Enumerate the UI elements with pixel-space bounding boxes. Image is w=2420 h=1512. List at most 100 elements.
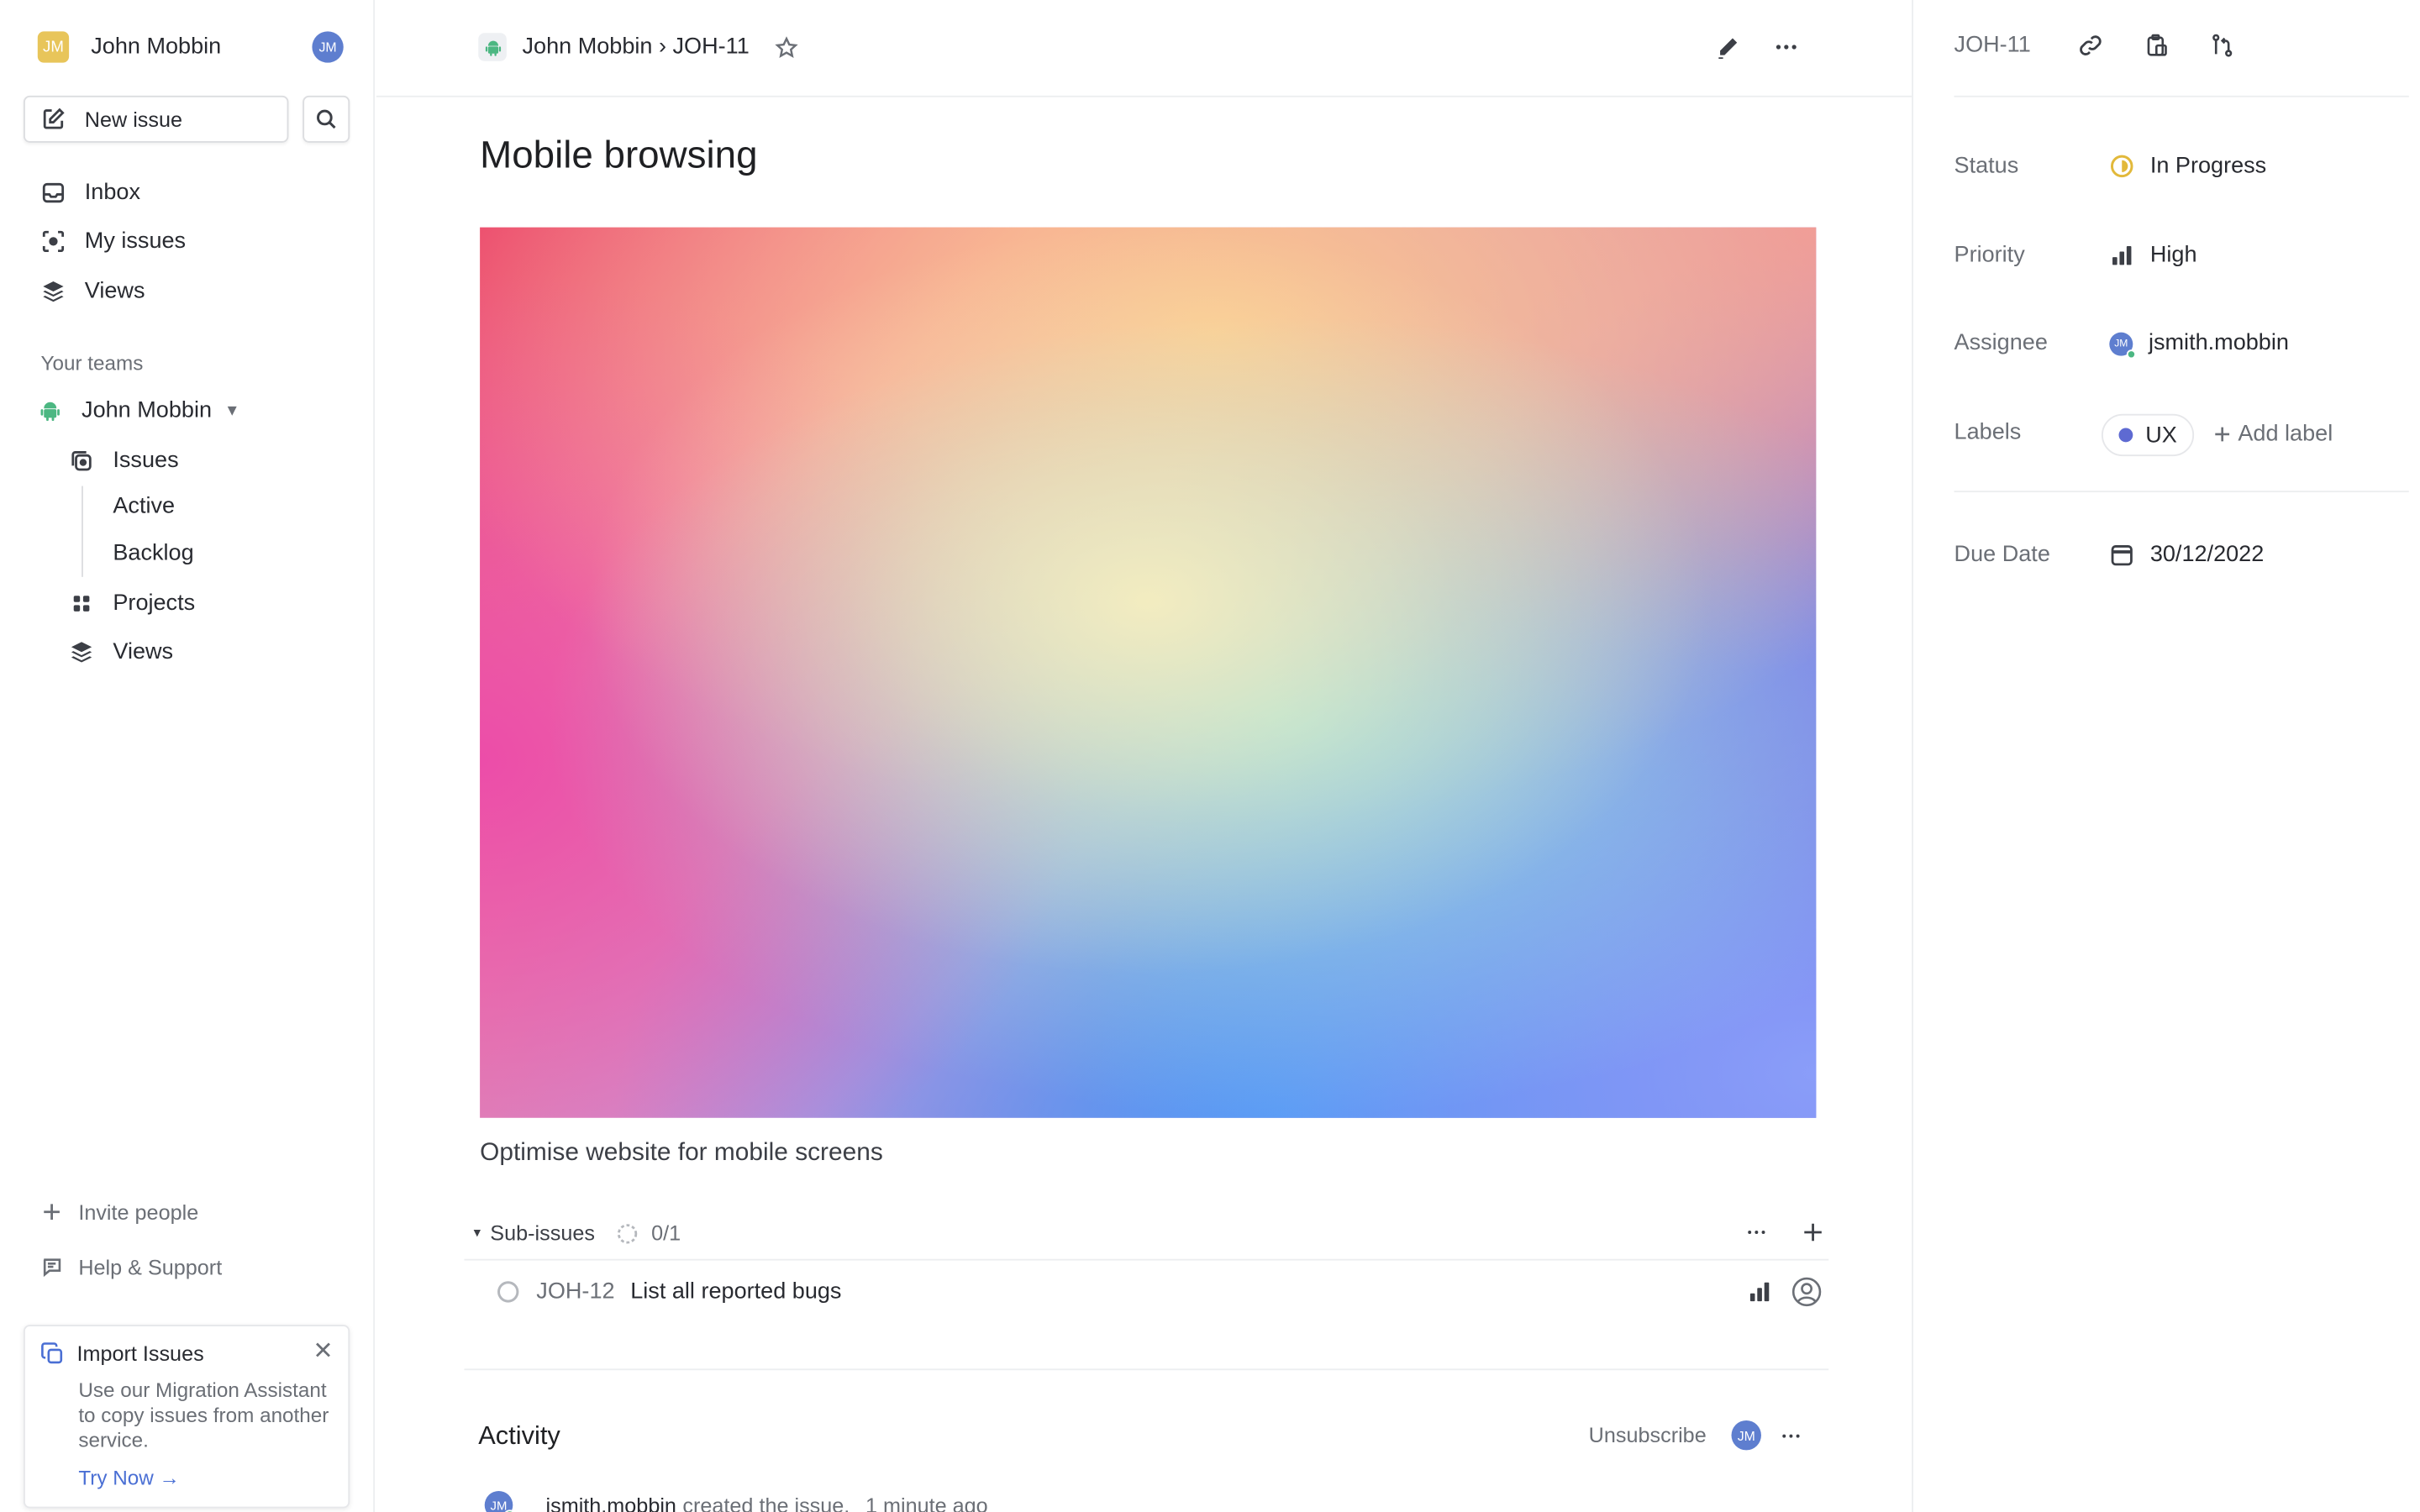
labels-label: Labels: [1954, 420, 2022, 446]
sidebar-item-label: Views: [113, 639, 174, 665]
assignee-value[interactable]: JM jsmith.mobbin: [2109, 330, 2289, 359]
sub-issue-row[interactable]: JOH-12 List all reported bugs: [496, 1276, 1823, 1307]
issue-description[interactable]: Optimise website for mobile screens: [480, 1140, 883, 1168]
link-icon[interactable]: [2078, 33, 2103, 58]
activity-user[interactable]: jsmith.mobbin: [546, 1494, 676, 1512]
search-button[interactable]: [302, 95, 350, 143]
sidebar: JM John Mobbin JM New issue Inbox My iss…: [0, 0, 376, 1512]
layers-icon: [43, 281, 64, 302]
more-icon[interactable]: [1780, 1425, 1802, 1446]
status-label: Status: [1954, 153, 2019, 179]
sub-issues-progress: 0/1: [651, 1221, 681, 1245]
status-value[interactable]: In Progress: [2109, 154, 2266, 179]
layers-icon: [71, 642, 92, 663]
unsubscribe-button[interactable]: Unsubscribe: [1589, 1424, 1707, 1447]
workspace-name: John Mobbin: [91, 34, 222, 60]
import-card-title-row: Import Issues: [41, 1342, 204, 1366]
unassigned-avatar-icon[interactable]: [1791, 1276, 1822, 1307]
cover-image: [480, 227, 1817, 1118]
panel-header: JOH-11: [1954, 33, 2235, 58]
git-branch-icon[interactable]: [2210, 33, 2235, 58]
sub-issue-title: List all reported bugs: [630, 1278, 842, 1305]
team-name: John Mobbin: [82, 398, 213, 423]
sidebar-item-label: Views: [84, 279, 145, 305]
plus-icon: [44, 1204, 60, 1221]
add-label-button[interactable]: Add label: [2212, 422, 2333, 447]
priority-label: Priority: [1954, 243, 2025, 269]
sub-issues-header[interactable]: ▾ Sub-issues 0/1: [474, 1221, 681, 1245]
new-issue-button[interactable]: New issue: [23, 95, 289, 143]
tree-line: [82, 486, 83, 577]
import-card-title: Import Issues: [76, 1341, 204, 1366]
breadcrumb: John Mobbin › JOH-11: [478, 33, 798, 61]
sub-issue-meta: [1747, 1276, 1823, 1307]
help-support-button[interactable]: Help & Support: [41, 1251, 223, 1282]
sub-issues-actions: [1745, 1221, 1823, 1243]
collapse-toggle-icon[interactable]: ▾: [474, 1225, 481, 1242]
invite-people-label: Invite people: [78, 1200, 199, 1224]
status-backlog-icon[interactable]: [496, 1279, 521, 1305]
properties-panel: [1912, 0, 2420, 1512]
star-icon[interactable]: [774, 35, 798, 59]
activity-heading: Activity: [478, 1421, 560, 1451]
search-icon: [317, 109, 336, 129]
priority-high-icon[interactable]: [1747, 1279, 1772, 1305]
divider: [1954, 95, 2409, 97]
sidebar-item-projects[interactable]: Projects: [69, 588, 195, 619]
invite-people-button[interactable]: Invite people: [41, 1196, 199, 1227]
import-card-description: Use our Migration Assistant to copy issu…: [78, 1378, 329, 1452]
in-progress-icon: [2110, 155, 2133, 178]
chevron-down-icon[interactable]: ▼: [224, 402, 239, 420]
sidebar-item-views[interactable]: Views: [41, 276, 145, 307]
sidebar-item-team-views[interactable]: Views: [69, 637, 173, 668]
activity-avatar: JM: [484, 1490, 517, 1512]
import-issues-card: Import Issues Use our Migration Assistan…: [23, 1325, 350, 1509]
status-text: In Progress: [2149, 153, 2267, 179]
panel-issue-id: JOH-11: [1954, 33, 2031, 59]
label-chip-ux[interactable]: UX: [2101, 413, 2195, 457]
due-date-value[interactable]: 30/12/2022: [2109, 543, 2264, 568]
more-icon[interactable]: [1774, 34, 1799, 60]
copy-icon: [41, 1342, 63, 1364]
sidebar-team-john-mobbin[interactable]: John Mobbin ▼: [38, 395, 239, 426]
copy-id-icon[interactable]: [2144, 33, 2169, 58]
help-support-label: Help & Support: [78, 1255, 223, 1279]
divider: [464, 1258, 1829, 1261]
due-date-label: Due Date: [1954, 542, 2050, 568]
android-icon: [484, 39, 501, 55]
assignee-avatar: JM: [2109, 331, 2137, 359]
activity-action: created the issue.: [682, 1493, 850, 1512]
sidebar-item-label: Inbox: [84, 180, 141, 206]
activity-avatar-initials: JM: [490, 1498, 508, 1512]
sidebar-item-my-issues[interactable]: My issues: [41, 226, 187, 257]
activity-entry: JM jsmith.mobbin created the issue. 1 mi…: [484, 1490, 988, 1512]
edit-icon[interactable]: [1716, 35, 1739, 59]
sidebar-item-active[interactable]: Active: [113, 494, 175, 519]
team-icon: [478, 33, 507, 61]
new-issue-label: New issue: [84, 107, 183, 131]
activity-time: 1 minute ago: [865, 1493, 988, 1512]
more-icon[interactable]: [1745, 1221, 1767, 1243]
assignee-text: jsmith.mobbin: [2148, 330, 2289, 356]
inbox-icon: [42, 182, 65, 203]
priority-high-icon: [2112, 246, 2132, 265]
user-avatar[interactable]: JM: [312, 31, 344, 63]
close-icon[interactable]: [312, 1339, 334, 1361]
sidebar-item-issues[interactable]: Issues: [69, 445, 179, 476]
issue-title[interactable]: Mobile browsing: [480, 135, 757, 179]
android-icon: [40, 402, 60, 422]
sidebar-item-backlog[interactable]: Backlog: [113, 541, 193, 566]
calendar-icon: [2111, 545, 2133, 566]
sub-issues-heading: Sub-issues: [490, 1221, 595, 1245]
subscriber-avatar[interactable]: JM: [1731, 1420, 1762, 1451]
priority-value[interactable]: High: [2109, 243, 2197, 268]
workspace-switcher[interactable]: JM John Mobbin JM: [37, 29, 344, 64]
add-label-text: Add label: [2238, 422, 2333, 447]
sidebar-item-inbox[interactable]: Inbox: [41, 177, 140, 208]
workspace-logo: JM: [37, 31, 70, 63]
try-now-link[interactable]: Try Now →: [78, 1466, 179, 1489]
due-date-text: 30/12/2022: [2149, 542, 2265, 568]
breadcrumb-text[interactable]: John Mobbin › JOH-11: [523, 34, 750, 60]
sidebar-item-label: My issues: [84, 228, 187, 255]
add-sub-issue-icon[interactable]: [1802, 1221, 1823, 1243]
